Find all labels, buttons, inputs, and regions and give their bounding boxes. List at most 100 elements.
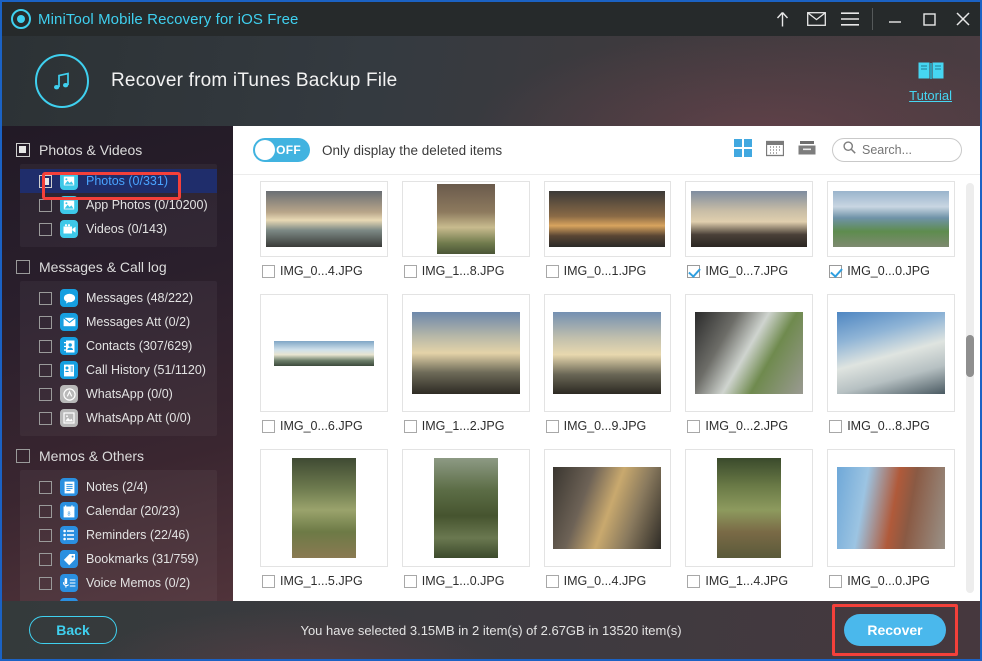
thumbnail-cell[interactable]: IMG_0...9.JPG [537, 288, 679, 443]
thumbnail-frame[interactable] [543, 294, 672, 412]
checkbox[interactable] [16, 143, 30, 157]
grid-scrollbar-thumb[interactable] [966, 335, 974, 377]
calendar-view-icon[interactable] [765, 139, 785, 162]
thumbnail-checkbox[interactable] [829, 419, 843, 433]
checkbox[interactable] [39, 480, 52, 494]
content-toolbar: OFF Only display the deleted items [233, 126, 980, 174]
maximize-button[interactable] [912, 2, 946, 36]
sidebar-item-photos[interactable]: Photos (0/331) [20, 169, 217, 193]
checkbox[interactable] [16, 449, 30, 463]
thumbnail-cell[interactable]: IMG_0...6.JPG [253, 288, 395, 443]
checkbox[interactable] [39, 576, 52, 590]
search-input[interactable] [862, 143, 951, 157]
sidebar-item-calendar[interactable]: 8 Calendar (20/23) [20, 499, 217, 523]
sidebar-item-whatsapp[interactable]: WhatsApp (0/0) [20, 382, 217, 406]
sidebar-item-voice-memos[interactable]: Voice Memos (0/2) [20, 571, 217, 595]
thumbnail-checkbox[interactable] [687, 574, 701, 588]
mail-icon[interactable] [799, 2, 833, 36]
checkbox[interactable] [39, 222, 52, 236]
thumbnail-checkbox[interactable] [262, 574, 275, 588]
thumbnail-checkbox[interactable] [545, 574, 559, 588]
thumbnail-frame[interactable] [260, 449, 388, 567]
checkbox[interactable] [39, 339, 52, 353]
thumbnail-cell[interactable]: IMG_1...0.JPG [395, 443, 537, 598]
thumbnail-frame[interactable] [543, 449, 672, 567]
checkbox[interactable] [39, 528, 52, 542]
thumbnail-frame[interactable] [827, 449, 955, 567]
thumbnail-filename: IMG_0...1.JPG [563, 264, 647, 278]
thumbnail-frame[interactable] [401, 294, 530, 412]
thumbnail-checkbox[interactable] [262, 264, 275, 278]
thumbnail-frame[interactable] [685, 294, 814, 412]
sidebar-item-notes[interactable]: Notes (2/4) [20, 475, 217, 499]
thumbnail-frame[interactable] [401, 449, 530, 567]
thumbnail-cell[interactable]: IMG_1...8.JPG [395, 175, 537, 288]
search-box[interactable] [832, 138, 962, 162]
thumbnail-checkbox[interactable] [545, 264, 559, 278]
checkbox[interactable] [39, 174, 52, 188]
thumbnail-checkbox[interactable] [829, 264, 843, 278]
sidebar-item-contacts[interactable]: Contacts (307/629) [20, 334, 217, 358]
list-view-icon[interactable] [798, 139, 816, 162]
sidebar-item-reminders[interactable]: Reminders (22/46) [20, 523, 217, 547]
sidebar-item-messages[interactable]: Messages (48/222) [20, 286, 217, 310]
thumbnail-cell[interactable]: IMG_1...4.JPG [678, 443, 820, 598]
thumbnail-cell[interactable]: IMG_0...0.JPG [820, 175, 962, 288]
deleted-items-toggle[interactable]: OFF [253, 138, 310, 162]
sidebar-item-bookmarks[interactable]: Bookmarks (31/759) [20, 547, 217, 571]
thumbnail-label-row: IMG_0...4.JPG [260, 257, 388, 288]
grid-view-icon[interactable] [734, 138, 752, 162]
menu-icon[interactable] [833, 2, 867, 36]
sidebar-item-videos[interactable]: Videos (0/143) [20, 217, 217, 241]
thumbnail-cell[interactable]: IMG_0...4.JPG [253, 175, 395, 288]
thumbnail-cell[interactable]: IMG_0...0.JPG [820, 443, 962, 598]
thumbnail-cell[interactable]: IMG_0...2.JPG [678, 288, 820, 443]
grid-scrollbar[interactable] [966, 183, 974, 593]
thumbnail-frame[interactable] [543, 181, 672, 257]
thumbnail-frame[interactable] [401, 181, 530, 257]
thumbnail-checkbox[interactable] [403, 419, 417, 433]
sidebar-item-messages-att[interactable]: Messages Att (0/2) [20, 310, 217, 334]
sidebar-group-header[interactable]: Messages & Call log [2, 253, 233, 281]
checkbox[interactable] [39, 198, 52, 212]
close-button[interactable] [946, 2, 980, 36]
tutorial-button[interactable]: Tutorial [909, 60, 952, 103]
sidebar-item-call-history[interactable]: Call History (51/1120) [20, 358, 217, 382]
sidebar-group-header[interactable]: Photos & Videos [2, 136, 233, 164]
checkbox[interactable] [39, 291, 52, 305]
thumbnail-checkbox[interactable] [262, 419, 275, 433]
thumbnail-frame[interactable] [685, 181, 814, 257]
thumbnail-cell[interactable]: IMG_0...1.JPG [537, 175, 679, 288]
checkbox[interactable] [39, 411, 52, 425]
sidebar-group-header[interactable]: Memos & Others [2, 442, 233, 470]
checkbox[interactable] [39, 387, 52, 401]
thumbnail-frame[interactable] [685, 449, 814, 567]
checkbox[interactable] [39, 315, 52, 329]
checkbox[interactable] [16, 260, 30, 274]
checkbox[interactable] [39, 552, 52, 566]
thumbnail-checkbox[interactable] [687, 264, 701, 278]
thumbnail-cell[interactable]: IMG_1...5.JPG [253, 443, 395, 598]
upgrade-icon[interactable] [765, 2, 799, 36]
thumbnail-frame[interactable] [260, 181, 388, 257]
thumbnail-checkbox[interactable] [403, 574, 417, 588]
thumbnail-checkbox[interactable] [687, 419, 701, 433]
thumbnail-frame[interactable] [827, 181, 955, 257]
thumbnail-checkbox[interactable] [403, 264, 417, 278]
thumbnail-cell[interactable]: IMG_0...8.JPG [820, 288, 962, 443]
thumbnail-cell[interactable]: IMG_1...2.JPG [395, 288, 537, 443]
thumbnail-frame[interactable] [827, 294, 955, 412]
thumbnail-checkbox[interactable] [829, 574, 843, 588]
thumbnail-cell[interactable]: IMG_0...7.JPG [678, 175, 820, 288]
checkbox[interactable] [39, 504, 52, 518]
message-attachment-icon [60, 313, 78, 331]
recover-button[interactable]: Recover [844, 614, 946, 646]
thumbnail-cell[interactable]: IMG_0...4.JPG [537, 443, 679, 598]
thumbnail-checkbox[interactable] [545, 419, 559, 433]
thumbnail-frame[interactable] [260, 294, 388, 412]
checkbox[interactable] [39, 363, 52, 377]
thumbnail-filename: IMG_0...2.JPG [705, 419, 789, 433]
sidebar-item-whatsapp-att[interactable]: WhatsApp Att (0/0) [20, 406, 217, 430]
minimize-button[interactable] [878, 2, 912, 36]
sidebar-item-app-photos[interactable]: App Photos (0/10200) [20, 193, 217, 217]
